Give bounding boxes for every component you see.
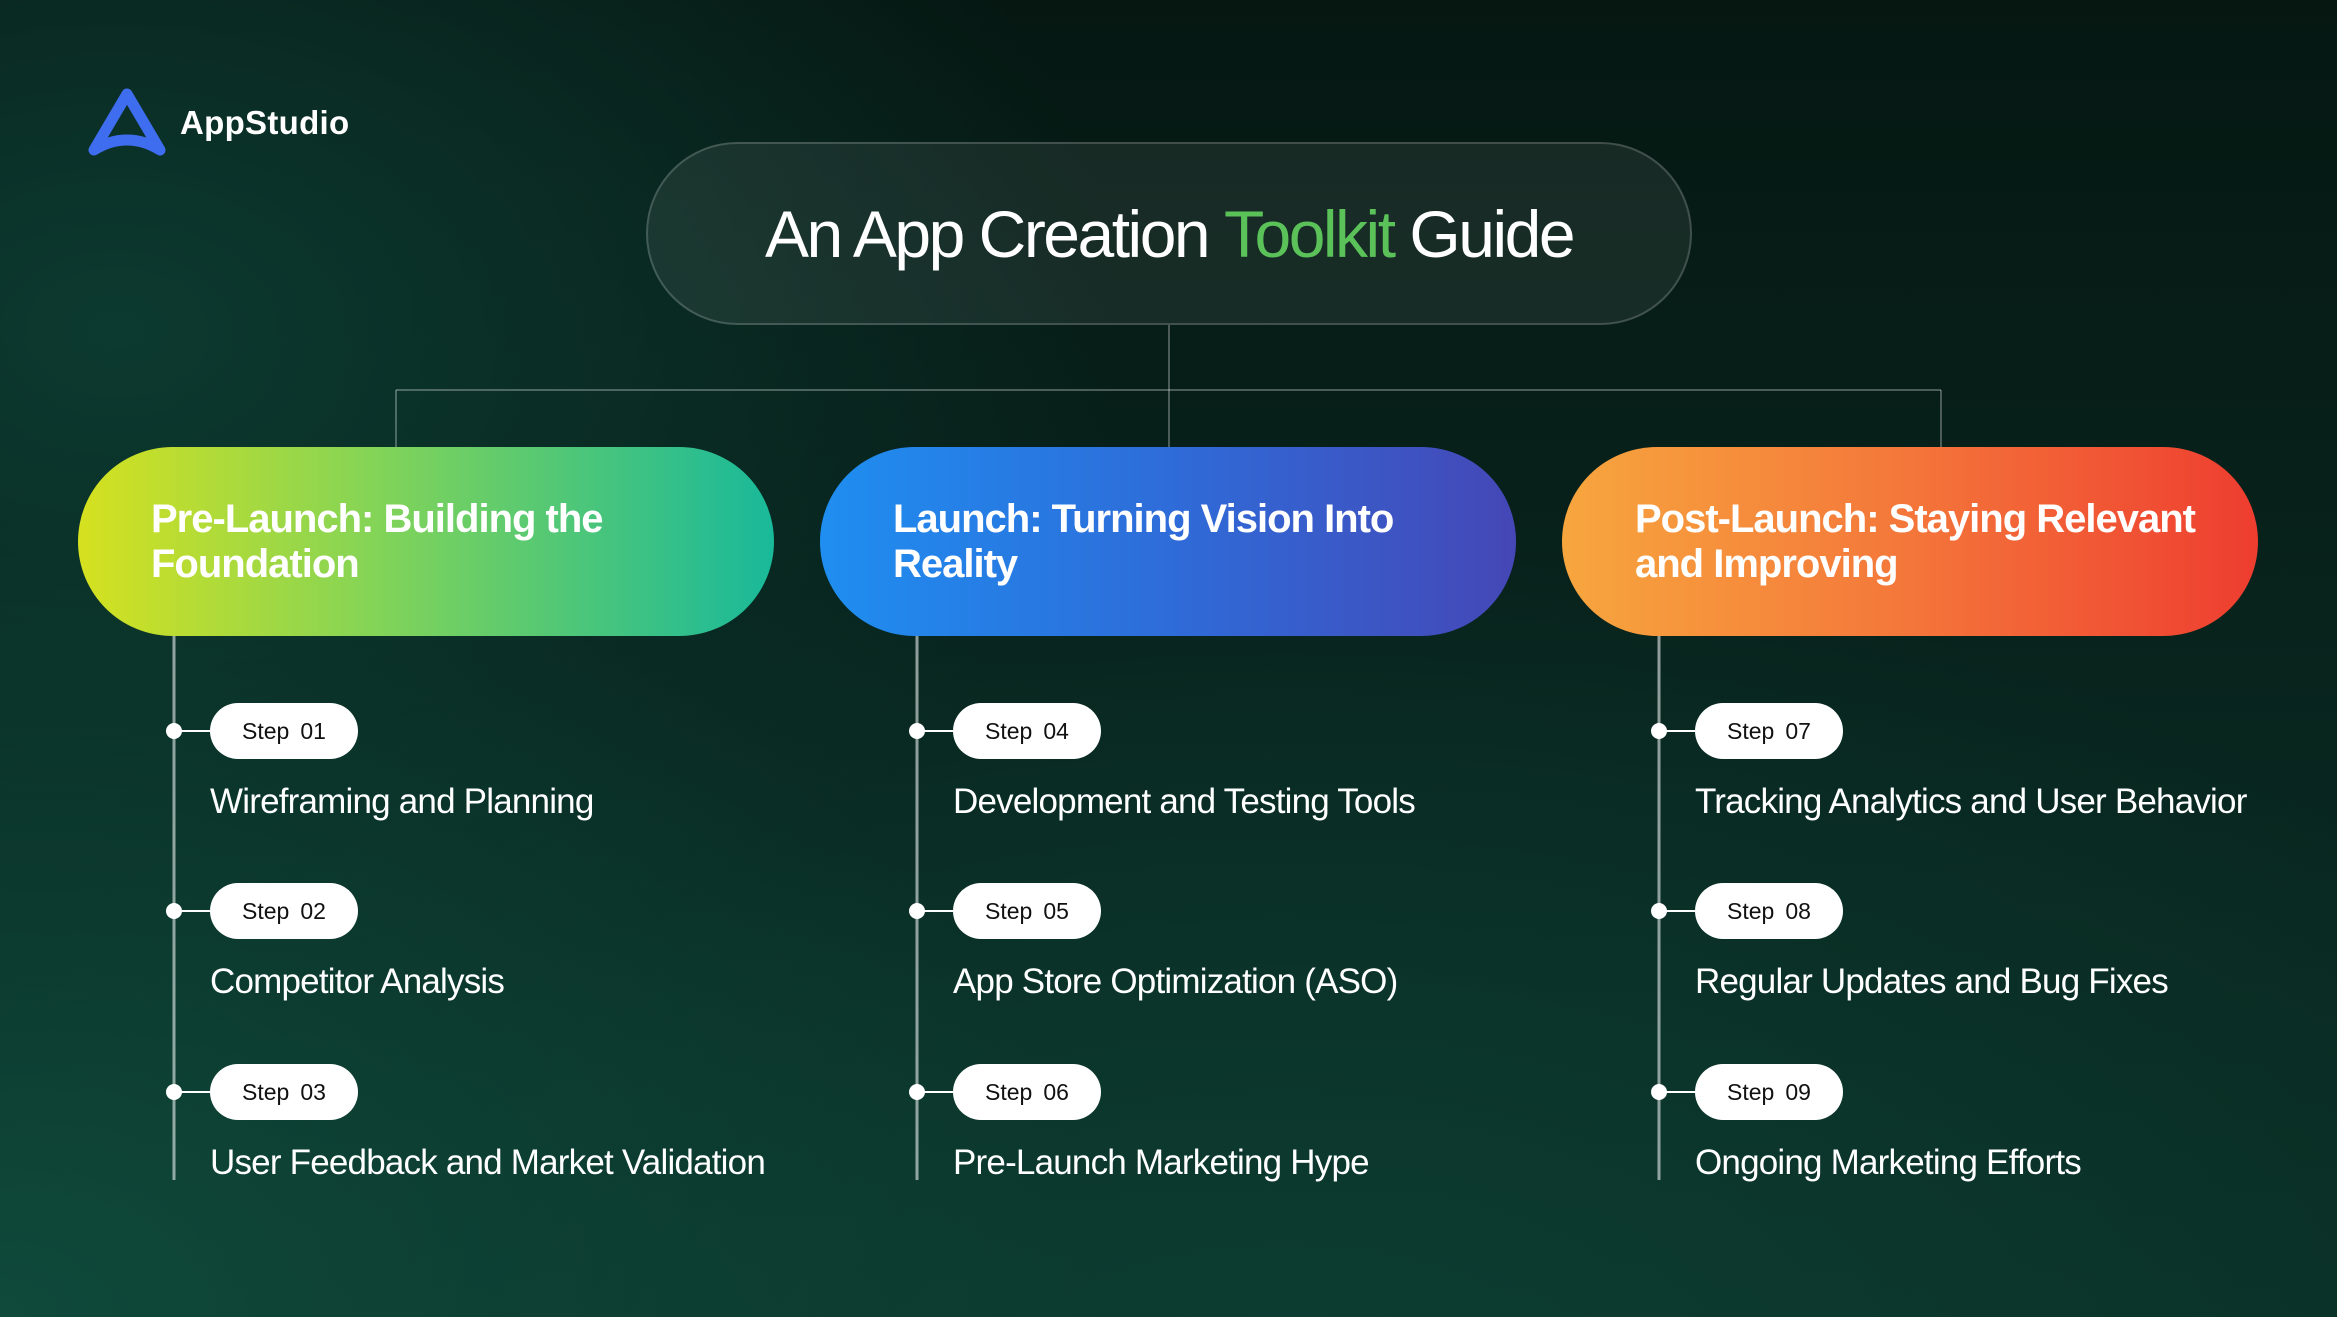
step-title: Pre-Launch Marketing Hype: [953, 1143, 1370, 1182]
phase-post-launch: Post-Launch: Staying Relevant and Improv…: [1562, 447, 2258, 636]
step-number: 06: [1043, 1078, 1069, 1105]
step-word: Step: [242, 717, 290, 744]
step-title: Development and Testing Tools: [953, 782, 1416, 821]
step-word: Step: [242, 897, 290, 924]
step-title: User Feedback and Market Validation: [210, 1143, 766, 1182]
step-badge: Step 07: [1695, 703, 1843, 759]
title-before: An App Creation: [764, 196, 1211, 271]
step-word: Step: [985, 1078, 1033, 1105]
title-accent: Toolkit: [1223, 196, 1396, 271]
step-badge: Step 01: [210, 703, 358, 759]
step-number: 05: [1043, 897, 1069, 924]
step-badge: Step 06: [953, 1064, 1101, 1120]
phase-launch: Launch: Turning Vision Into Reality: [820, 447, 1516, 636]
step-title: App Store Optimization (ASO): [953, 962, 1398, 1001]
step-badge: Step 04: [953, 703, 1101, 759]
step-title: Wireframing and Planning: [210, 782, 594, 821]
step-number: 04: [1043, 717, 1069, 744]
step-title: Ongoing Marketing Efforts: [1695, 1143, 2082, 1182]
page-title: An App Creation Toolkit Guide: [646, 142, 1692, 325]
step-number: 02: [300, 897, 326, 924]
step-badge: Step 09: [1695, 1064, 1843, 1120]
step-badge: Step 02: [210, 883, 358, 939]
step-title: Tracking Analytics and User Behavior: [1695, 782, 2247, 821]
step-word: Step: [1727, 1078, 1775, 1105]
step-word: Step: [242, 1078, 290, 1105]
step-badge: Step 08: [1695, 883, 1843, 939]
step-word: Step: [985, 897, 1033, 924]
step-title: Competitor Analysis: [210, 962, 505, 1001]
phase-pre-launch: Pre-Launch: Building the Foundation: [78, 447, 774, 636]
step-number: 08: [1785, 897, 1811, 924]
step-badge: Step 03: [210, 1064, 358, 1120]
step-number: 09: [1785, 1078, 1811, 1105]
step-number: 03: [300, 1078, 326, 1105]
step-title: Regular Updates and Bug Fixes: [1695, 962, 2169, 1001]
step-number: 01: [300, 717, 326, 744]
step-number: 07: [1785, 717, 1811, 744]
step-word: Step: [1727, 717, 1775, 744]
title-after: Guide: [1409, 196, 1575, 271]
step-badge: Step 05: [953, 883, 1101, 939]
step-word: Step: [1727, 897, 1775, 924]
step-word: Step: [985, 717, 1033, 744]
